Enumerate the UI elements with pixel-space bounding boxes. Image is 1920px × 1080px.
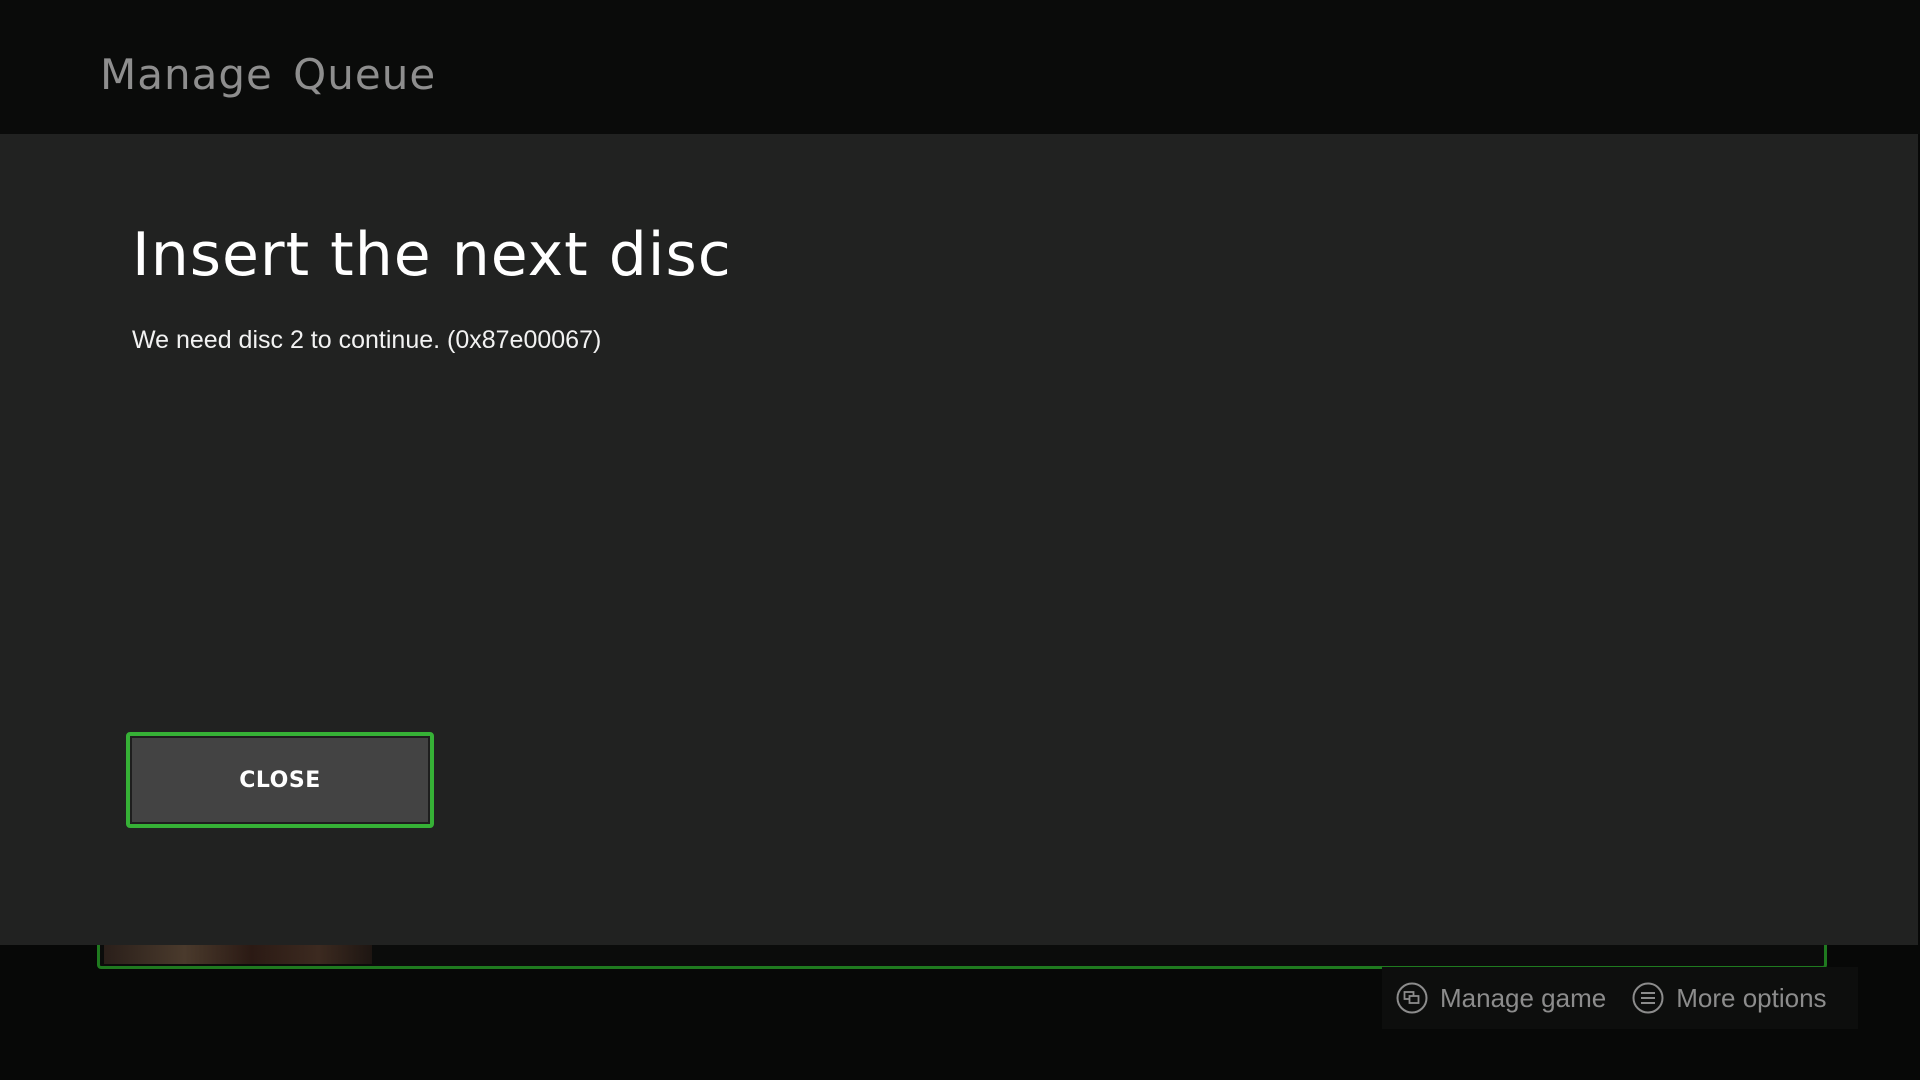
- more-options-label: More options: [1676, 982, 1827, 1013]
- screen: Manage Queue Insert the next disc We nee…: [0, 0, 1920, 1080]
- controller-hint-bar: Manage game More options: [1382, 967, 1858, 1029]
- dialog-message: We need disc 2 to continue. (0x87e00067): [132, 326, 602, 354]
- view-button-icon: [1396, 982, 1428, 1014]
- close-button[interactable]: CLOSE: [126, 732, 434, 828]
- page-title: Manage Queue: [100, 50, 437, 99]
- page-header: Manage Queue: [0, 0, 1920, 134]
- more-options-hint[interactable]: More options: [1632, 982, 1827, 1014]
- error-dialog: Insert the next disc We need disc 2 to c…: [0, 134, 1918, 945]
- close-button-label: CLOSE: [239, 767, 321, 793]
- dialog-title: Insert the next disc: [132, 220, 732, 290]
- manage-game-hint[interactable]: Manage game: [1396, 982, 1606, 1014]
- menu-button-icon: [1632, 982, 1664, 1014]
- manage-game-label: Manage game: [1440, 982, 1607, 1013]
